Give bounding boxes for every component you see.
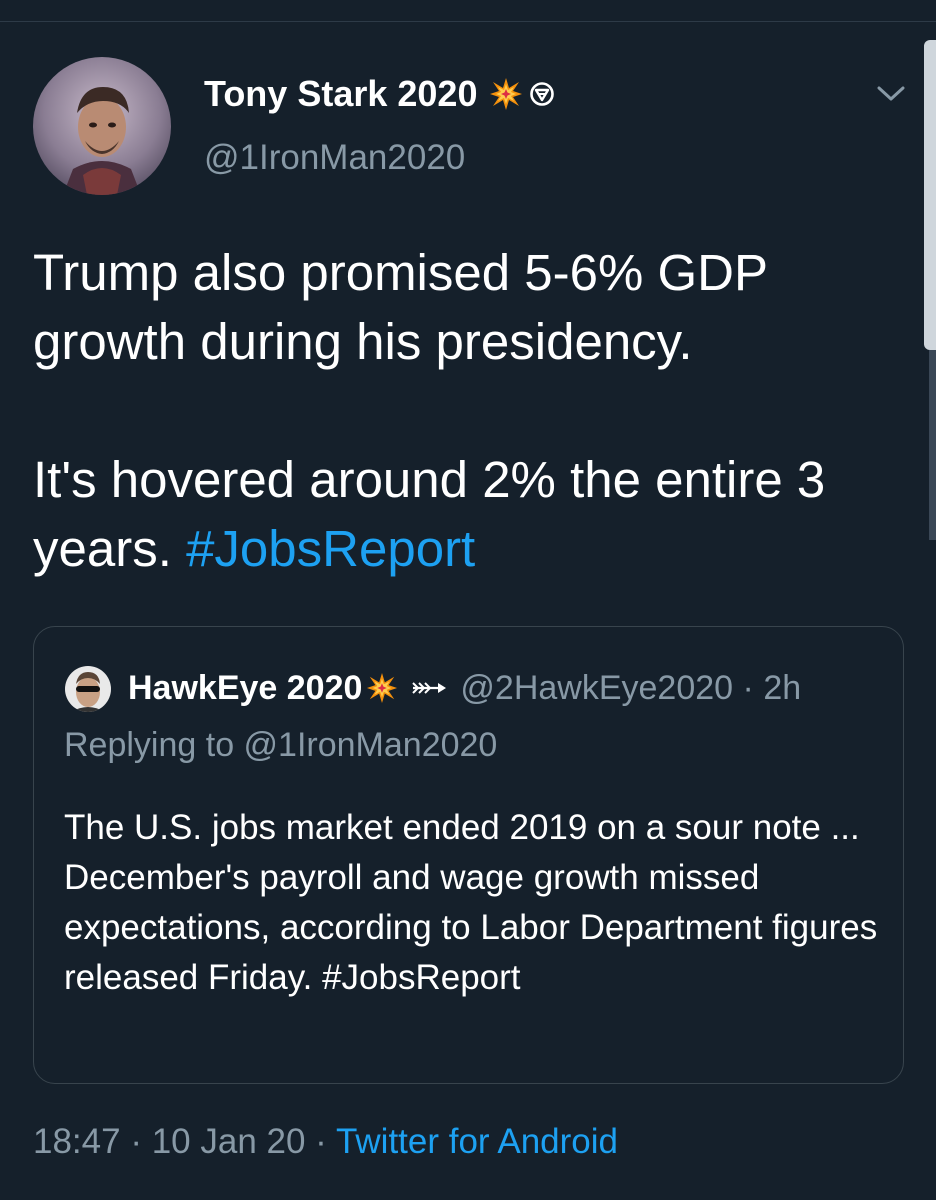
author-handle[interactable]: @1IronMan2020 — [204, 136, 465, 180]
top-divider — [0, 0, 936, 22]
tweet-paragraph-1: Trump also promised 5-6% GDP growth duri… — [33, 244, 768, 370]
quoted-tweet-header: HawkEye 2020 @2HawkEye2020 · 2h — [128, 663, 801, 713]
quoted-author-name[interactable]: HawkEye 2020 — [128, 669, 362, 708]
author-display-name[interactable]: Tony Stark 2020 — [204, 72, 555, 116]
quoted-text-line-2: December's payroll and wage growth misse… — [64, 858, 878, 997]
quoted-tweet-age: 2h — [763, 668, 802, 707]
arrow-icon — [412, 682, 447, 694]
author-avatar[interactable] — [33, 57, 171, 195]
hashtag-link[interactable]: #JobsReport — [186, 520, 475, 577]
timestamp-separator-2: · — [305, 1122, 336, 1161]
resist-badge-icon — [530, 82, 555, 106]
tweet-time[interactable]: 18:47 — [33, 1122, 121, 1161]
quoted-author-avatar — [65, 666, 111, 712]
quoted-separator: · — [742, 668, 754, 707]
timestamp-separator-1: · — [120, 1122, 152, 1161]
collision-emoji-icon — [367, 672, 398, 704]
tweet-source-link[interactable]: Twitter for Android — [336, 1122, 618, 1161]
author-name-text[interactable]: Tony Stark 2020 — [204, 72, 477, 116]
replying-to-line: Replying to @1IronMan2020 — [64, 723, 497, 767]
quoted-tweet-text: The U.S. jobs market ended 2019 on a sou… — [64, 803, 884, 1003]
replying-to-prefix: Replying to — [64, 726, 244, 764]
quoted-author-handle[interactable]: @2HawkEye2020 — [460, 669, 733, 708]
scrollbar-track — [929, 350, 936, 540]
collision-emoji-icon — [490, 78, 523, 110]
tweet-paragraph-2: It's hovered around 2% the entire 3 year… — [33, 445, 913, 583]
tweet-text: Trump also promised 5-6% GDP growth duri… — [33, 238, 913, 583]
quoted-tweet-card[interactable]: HawkEye 2020 @2HawkEye2020 · 2h Replying… — [33, 626, 904, 1084]
tweet-timestamp: 18:47 · 10 Jan 20 · Twitter for Android — [33, 1120, 618, 1164]
chevron-down-icon[interactable] — [874, 78, 908, 108]
scrollbar-thumb[interactable] — [924, 40, 936, 350]
quoted-text-line-1: The U.S. jobs market ended 2019 on a sou… — [64, 808, 860, 847]
replying-to-handle[interactable]: @1IronMan2020 — [244, 726, 498, 764]
tweet-detail-page: Tony Stark 2020 @1IronMan2020 Trump also… — [0, 0, 936, 1200]
tweet-date[interactable]: 10 Jan 20 — [152, 1122, 306, 1161]
